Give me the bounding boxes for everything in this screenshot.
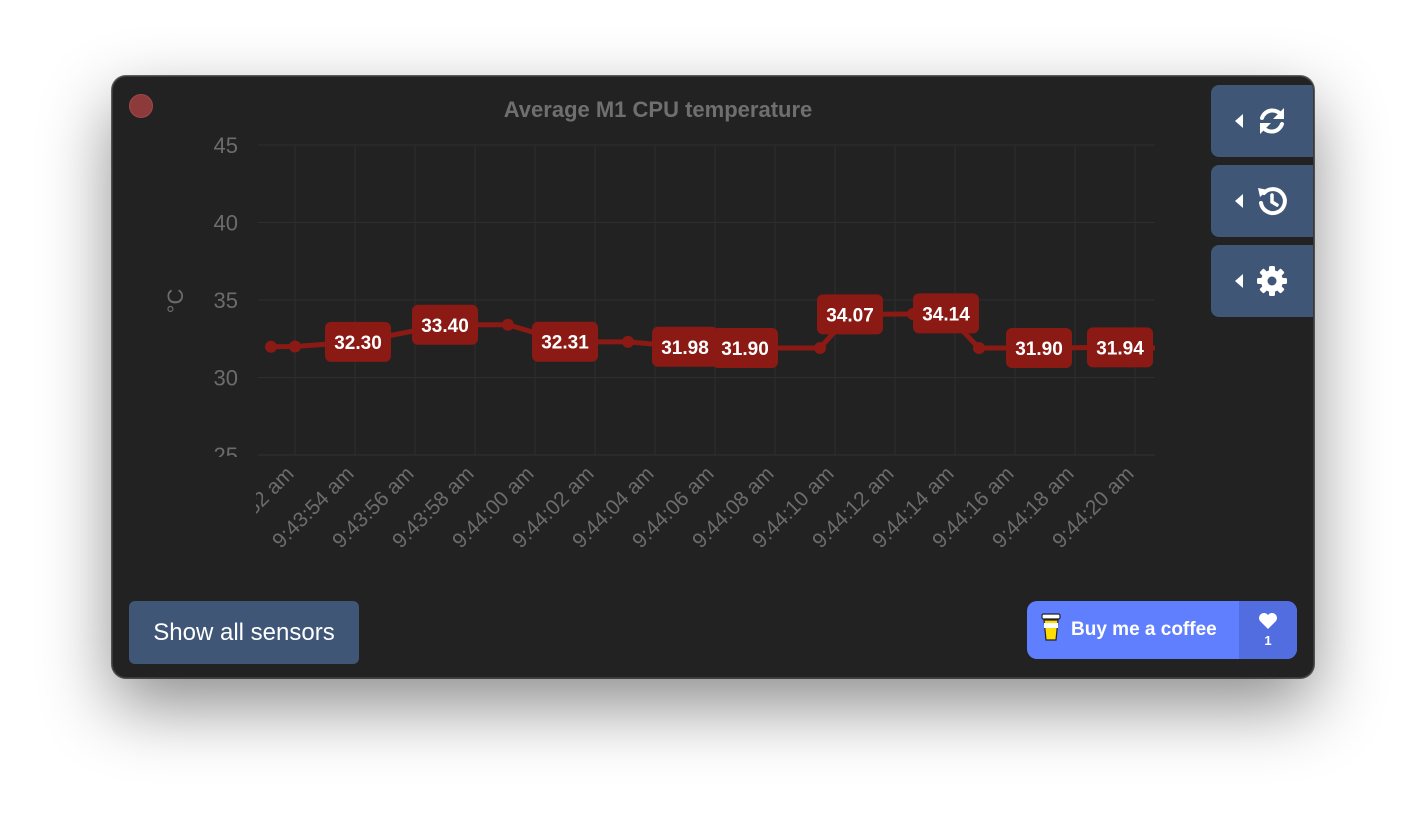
caret-left-icon bbox=[1235, 114, 1243, 128]
temperature-chart: 25303540459:43:52 am9:43:54 am9:43:56 am… bbox=[113, 133, 1155, 567]
x-label-mask bbox=[113, 457, 256, 567]
refresh-button[interactable] bbox=[1211, 85, 1313, 157]
data-point bbox=[814, 342, 826, 355]
data-label: 31.90 bbox=[1015, 339, 1063, 360]
data-label: 31.98 bbox=[661, 338, 709, 359]
data-point bbox=[973, 342, 985, 355]
app-window: Average M1 CPU temperature 25303540459:4… bbox=[112, 76, 1314, 678]
coffee-label: Buy me a coffee bbox=[1071, 619, 1217, 640]
data-label: 31.90 bbox=[721, 339, 769, 360]
caret-left-icon bbox=[1235, 274, 1243, 288]
refresh-icon bbox=[1255, 104, 1289, 138]
data-label: 31.94 bbox=[1096, 338, 1144, 359]
data-point bbox=[622, 335, 634, 348]
y-axis-label: °C bbox=[163, 289, 188, 314]
coffee-main: Buy me a coffee bbox=[1027, 601, 1239, 659]
buy-me-a-coffee-button[interactable]: Buy me a coffee 1 bbox=[1027, 601, 1297, 659]
data-label: 32.31 bbox=[541, 333, 589, 354]
history-icon bbox=[1255, 184, 1289, 218]
caret-left-icon bbox=[1235, 194, 1243, 208]
data-label: 34.14 bbox=[922, 304, 970, 325]
history-button[interactable] bbox=[1211, 165, 1313, 237]
data-label: 34.07 bbox=[826, 305, 874, 326]
gear-icon bbox=[1255, 264, 1289, 298]
settings-button[interactable] bbox=[1211, 245, 1313, 317]
y-tick-label: 45 bbox=[214, 133, 238, 158]
y-tick-label: 35 bbox=[214, 288, 238, 313]
y-tick-label: 30 bbox=[214, 366, 238, 391]
show-all-sensors-button[interactable]: Show all sensors bbox=[129, 601, 359, 664]
coffee-count: 1 bbox=[1239, 601, 1297, 659]
coffee-count-value: 1 bbox=[1264, 633, 1272, 648]
y-tick-label: 40 bbox=[214, 211, 238, 236]
data-point bbox=[289, 340, 301, 353]
data-label: 33.40 bbox=[421, 316, 469, 337]
data-label: 32.30 bbox=[334, 333, 382, 354]
data-point bbox=[265, 340, 277, 353]
heart-icon bbox=[1258, 612, 1278, 633]
coffee-cup-icon bbox=[1041, 612, 1071, 648]
data-point bbox=[502, 318, 514, 331]
